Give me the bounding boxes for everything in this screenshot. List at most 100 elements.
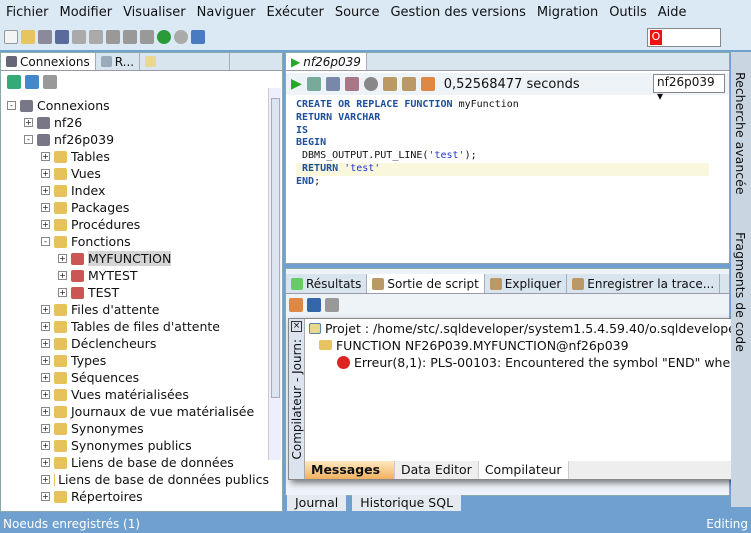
oracle-search-field[interactable]: O: [647, 28, 721, 47]
tree-node[interactable]: + Files d'attente: [1, 301, 269, 318]
autotrace-icon[interactable]: [401, 77, 416, 91]
tree-node[interactable]: + MYFUNCTION: [1, 250, 269, 267]
print-icon[interactable]: [325, 298, 339, 312]
expand-toggle-icon[interactable]: +: [41, 356, 50, 365]
menu-9[interactable]: Aide: [658, 5, 687, 20]
log-tab-2[interactable]: Compilateur: [478, 461, 569, 479]
expand-toggle-icon[interactable]: +: [41, 492, 50, 501]
forward-icon[interactable]: [174, 30, 188, 44]
expand-toggle-icon[interactable]: +: [41, 322, 50, 331]
expand-toggle-icon[interactable]: +: [41, 305, 50, 314]
expand-toggle-icon[interactable]: +: [41, 441, 50, 450]
tab-journal[interactable]: Journal: [287, 495, 347, 511]
clear-icon[interactable]: [289, 298, 303, 312]
menu-6[interactable]: Gestion des versions: [390, 5, 525, 20]
code-editor[interactable]: CREATE OR REPLACE FUNCTION myFunction RET…: [296, 99, 709, 249]
results-tab-2[interactable]: Expliquer: [485, 274, 568, 293]
menu-4[interactable]: Exécuter: [266, 5, 323, 20]
log-tab-0[interactable]: Messages: [305, 461, 395, 479]
new-icon[interactable]: [4, 30, 18, 44]
tree-node[interactable]: + Tables de files d'attente: [1, 318, 269, 335]
cut-icon[interactable]: [106, 30, 120, 44]
menu-1[interactable]: Modifier: [60, 5, 113, 20]
log-tab-1[interactable]: Data Editor: [395, 461, 479, 479]
paste-icon[interactable]: [140, 30, 154, 44]
menu-0[interactable]: Fichier: [6, 5, 49, 20]
connection-select[interactable]: nf26p039 ▾: [653, 74, 725, 103]
tree-node[interactable]: + Vues matérialisées: [1, 386, 269, 403]
tree-node[interactable]: + nf26: [1, 114, 269, 131]
clear-icon[interactable]: [420, 77, 435, 91]
tree-node[interactable]: + Vues: [1, 165, 269, 182]
results-tab-1[interactable]: Sortie de script: [367, 274, 485, 293]
expand-toggle-icon[interactable]: +: [41, 407, 50, 416]
run-script-icon[interactable]: [306, 77, 321, 91]
expand-toggle-icon[interactable]: +: [41, 186, 50, 195]
expand-toggle-icon[interactable]: -: [24, 135, 33, 144]
save-all-icon[interactable]: [55, 30, 69, 44]
add-connection-icon[interactable]: [7, 75, 21, 89]
tree-scrollbar[interactable]: [268, 88, 281, 460]
results-tab-3[interactable]: Enregistrer la trace...: [567, 274, 721, 293]
tree-node[interactable]: + Liens de base de données: [1, 454, 269, 471]
tree-node[interactable]: - Fonctions: [1, 233, 269, 250]
expand-toggle-icon[interactable]: +: [41, 458, 50, 467]
tree-node[interactable]: + Déclencheurs: [1, 335, 269, 352]
tree-node[interactable]: + Packages: [1, 199, 269, 216]
expand-toggle-icon[interactable]: +: [41, 152, 50, 161]
expand-toggle-icon[interactable]: +: [24, 118, 33, 127]
menu-5[interactable]: Source: [335, 5, 380, 20]
tree-node[interactable]: + Types: [1, 352, 269, 369]
close-icon[interactable]: ×: [291, 321, 302, 332]
menu-2[interactable]: Visualiser: [123, 5, 186, 20]
expand-toggle-icon[interactable]: -: [41, 237, 50, 246]
tree-node[interactable]: + Tables: [1, 148, 269, 165]
error-node[interactable]: Erreur(8,1): PLS-00103: Encountered the …: [337, 355, 751, 370]
expand-toggle-icon[interactable]: +: [41, 424, 50, 433]
tree-node[interactable]: + Séquences: [1, 369, 269, 386]
expand-toggle-icon[interactable]: -: [7, 101, 16, 110]
expand-toggle-icon[interactable]: +: [58, 271, 67, 280]
tree-node[interactable]: + Journaux de vue matérialisée: [1, 403, 269, 420]
tab-sql-history[interactable]: Historique SQL: [352, 495, 462, 511]
open-icon[interactable]: [21, 30, 35, 44]
expand-toggle-icon[interactable]: +: [41, 203, 50, 212]
tab-code-snippets[interactable]: Fragments de code: [733, 232, 748, 352]
tab-files[interactable]: [140, 53, 231, 70]
project-node[interactable]: Projet : /home/stc/.sqldeveloper/system1…: [309, 321, 751, 336]
tree-node[interactable]: + Liens de base de données publics: [1, 471, 269, 488]
copy-icon[interactable]: [123, 30, 137, 44]
expand-toggle-icon[interactable]: +: [41, 169, 50, 178]
tab-worksheet[interactable]: ▶ nf26p039: [286, 53, 367, 70]
tree-node[interactable]: + MYTEST: [1, 267, 269, 284]
save-icon[interactable]: [38, 30, 52, 44]
sql-worksheet-icon[interactable]: [191, 30, 205, 44]
function-node[interactable]: FUNCTION NF26P039.MYFUNCTION@nf26p039: [319, 338, 629, 353]
undo-icon[interactable]: [72, 30, 86, 44]
cancel-icon[interactable]: [363, 77, 378, 91]
results-tab-0[interactable]: Résultats: [286, 274, 368, 293]
tree-node[interactable]: + Synonymes publics: [1, 437, 269, 454]
expand-toggle-icon[interactable]: +: [41, 475, 50, 484]
menu-7[interactable]: Migration: [537, 5, 598, 20]
rollback-icon[interactable]: [344, 77, 359, 91]
expand-toggle-icon[interactable]: +: [41, 339, 50, 348]
expand-toggle-icon[interactable]: +: [58, 254, 67, 263]
tab-reports[interactable]: R...: [96, 53, 141, 70]
execute-icon[interactable]: ▶: [291, 76, 302, 92]
expand-toggle-icon[interactable]: +: [41, 390, 50, 399]
expand-toggle-icon[interactable]: +: [41, 220, 50, 229]
tab-connexions[interactable]: Connexions: [1, 53, 96, 70]
tree-node[interactable]: + Index: [1, 182, 269, 199]
explain-icon[interactable]: [382, 77, 397, 91]
commit-icon[interactable]: [325, 77, 340, 91]
tree-node[interactable]: + TEST: [1, 284, 269, 301]
tree-node[interactable]: - Connexions: [1, 97, 269, 114]
tab-advanced-search[interactable]: Recherche avancée: [733, 72, 748, 195]
tree-node[interactable]: + Répertoires: [1, 488, 269, 505]
redo-icon[interactable]: [89, 30, 103, 44]
tree-node[interactable]: + Synonymes: [1, 420, 269, 437]
tree-node[interactable]: - nf26p039: [1, 131, 269, 148]
filter-icon[interactable]: [43, 75, 57, 89]
expand-toggle-icon[interactable]: +: [58, 288, 67, 297]
